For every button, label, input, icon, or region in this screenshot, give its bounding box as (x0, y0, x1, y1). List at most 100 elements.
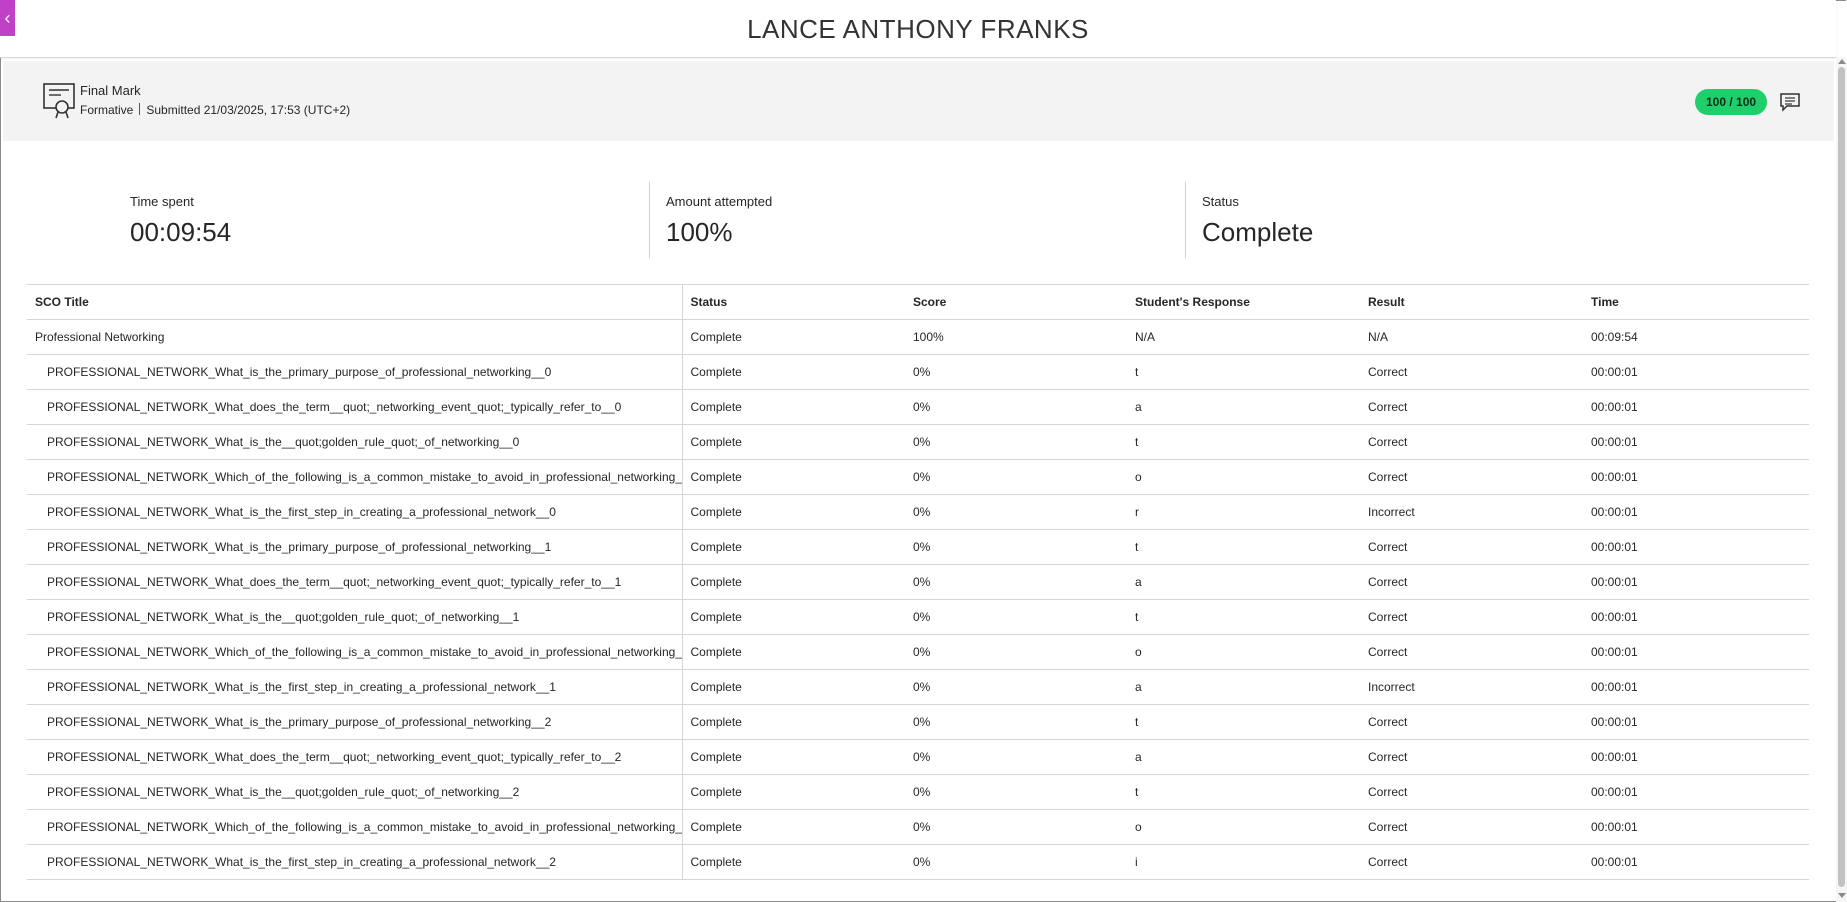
time-spent-stat: Time spent 00:09:54 (130, 182, 231, 260)
table-row: PROFESSIONAL_NETWORK_What_is_the_first_s… (27, 494, 1809, 530)
table-row: PROFESSIONAL_NETWORK_What_is_the__quot;g… (27, 599, 1809, 635)
sco-title-cell: PROFESSIONAL_NETWORK_What_is_the_primary… (27, 354, 683, 390)
score-cell: 0% (905, 704, 1127, 740)
time-cell: 00:00:01 (1583, 809, 1809, 845)
score-cell: 0% (905, 844, 1127, 880)
table-row: PROFESSIONAL_NETWORK_What_does_the_term_… (27, 389, 1809, 425)
score-cell: 0% (905, 459, 1127, 495)
column-header-score: Score (905, 284, 1127, 320)
sco-title-cell: PROFESSIONAL_NETWORK_What_is_the__quot;g… (27, 599, 683, 635)
sco-title-cell: PROFESSIONAL_NETWORK_What_does_the_term_… (27, 389, 683, 425)
table-row: PROFESSIONAL_NETWORK_What_is_the_first_s… (27, 669, 1809, 705)
response-cell: t (1127, 529, 1360, 565)
sco-title-cell: PROFESSIONAL_NETWORK_Which_of_the_follow… (27, 809, 683, 845)
time-cell: 00:09:54 (1583, 319, 1809, 355)
table-row: PROFESSIONAL_NETWORK_Which_of_the_follow… (27, 809, 1809, 845)
status-cell: Complete (682, 704, 905, 740)
sco-title-cell: PROFESSIONAL_NETWORK_What_is_the__quot;g… (27, 424, 683, 460)
status-cell: Complete (682, 634, 905, 670)
score-cell: 0% (905, 634, 1127, 670)
document-certificate-icon (43, 83, 75, 119)
feedback-comment-icon[interactable] (1779, 92, 1801, 112)
score-cell: 0% (905, 809, 1127, 845)
header-bar: LANCE ANTHONY FRANKS (0, 0, 1836, 58)
score-cell: 0% (905, 739, 1127, 775)
amount-attempted-stat: Amount attempted 100% (666, 182, 772, 260)
time-cell: 00:00:01 (1583, 774, 1809, 810)
vertical-scrollbar[interactable] (1836, 57, 1847, 902)
response-cell: t (1127, 354, 1360, 390)
status-cell: Complete (682, 564, 905, 600)
response-cell: o (1127, 809, 1360, 845)
column-header-result: Result (1360, 284, 1583, 320)
table-row: PROFESSIONAL_NETWORK_Which_of_the_follow… (27, 459, 1809, 495)
score-cell: 0% (905, 529, 1127, 565)
result-cell: Correct (1360, 529, 1583, 565)
response-cell: a (1127, 389, 1360, 425)
table-row: PROFESSIONAL_NETWORK_What_is_the_primary… (27, 354, 1809, 390)
stat-divider (649, 182, 650, 258)
response-cell: t (1127, 774, 1360, 810)
score-cell: 0% (905, 599, 1127, 635)
score-cell: 100% (905, 319, 1127, 355)
attempt-stats: Time spent 00:09:54 Amount attempted 100… (27, 182, 1809, 260)
status-cell: Complete (682, 459, 905, 495)
table-row: PROFESSIONAL_NETWORK_What_is_the_primary… (27, 704, 1809, 740)
status-cell: Complete (682, 354, 905, 390)
result-cell: Correct (1360, 564, 1583, 600)
scroll-up-arrow-icon[interactable] (1838, 59, 1846, 64)
result-cell: Correct (1360, 599, 1583, 635)
time-cell: 00:00:01 (1583, 669, 1809, 705)
sco-title-cell: PROFESSIONAL_NETWORK_What_is_the_first_s… (27, 844, 683, 880)
status-cell: Complete (682, 599, 905, 635)
final-mark-label: Final Mark (80, 83, 141, 98)
response-cell: i (1127, 844, 1360, 880)
time-cell: 00:00:01 (1583, 634, 1809, 670)
column-header-sco-title: SCO Title (27, 284, 683, 320)
sco-title-cell: PROFESSIONAL_NETWORK_What_does_the_term_… (27, 739, 683, 775)
response-cell: a (1127, 564, 1360, 600)
grade-summary: Final Mark Formative Submitted 21/03/2025… (3, 61, 1834, 141)
result-cell: Correct (1360, 634, 1583, 670)
status-cell: Complete (682, 669, 905, 705)
time-cell: 00:00:01 (1583, 739, 1809, 775)
table-row: PROFESSIONAL_NETWORK_What_does_the_term_… (27, 739, 1809, 775)
column-header-time: Time (1583, 284, 1809, 320)
sco-title-cell: Professional Networking (27, 319, 683, 355)
assessment-type: Formative (80, 103, 134, 117)
column-header-response: Student's Response (1127, 284, 1360, 320)
score-cell: 0% (905, 774, 1127, 810)
sco-results-table: SCO Title Status Score Student's Respons… (27, 284, 1809, 880)
score-cell: 0% (905, 669, 1127, 705)
result-cell: Correct (1360, 809, 1583, 845)
score-cell: 0% (905, 424, 1127, 460)
table-row: PROFESSIONAL_NETWORK_What_is_the_first_s… (27, 844, 1809, 880)
sco-title-cell: PROFESSIONAL_NETWORK_What_is_the__quot;g… (27, 774, 683, 810)
status-label: Status (1202, 194, 1239, 209)
table-row: Professional Networking Complete 100% N/A N/… (27, 319, 1809, 355)
result-cell: Correct (1360, 704, 1583, 740)
result-cell: Correct (1360, 739, 1583, 775)
score-cell: 0% (905, 389, 1127, 425)
result-cell: Correct (1360, 389, 1583, 425)
sco-title-cell: PROFESSIONAL_NETWORK_Which_of_the_follow… (27, 459, 683, 495)
time-cell: 00:00:01 (1583, 599, 1809, 635)
time-cell: 00:00:01 (1583, 494, 1809, 530)
status-cell: Complete (682, 774, 905, 810)
table-row: PROFESSIONAL_NETWORK_What_is_the__quot;g… (27, 424, 1809, 460)
sco-title-cell: PROFESSIONAL_NETWORK_What_does_the_term_… (27, 564, 683, 600)
response-cell: r (1127, 494, 1360, 530)
sco-title-cell: PROFESSIONAL_NETWORK_What_is_the_primary… (27, 529, 683, 565)
back-button[interactable]: ‹ (0, 0, 15, 36)
table-row: PROFESSIONAL_NETWORK_Which_of_the_follow… (27, 634, 1809, 670)
column-header-status: Status (682, 284, 905, 320)
result-cell: Correct (1360, 844, 1583, 880)
scroll-thumb[interactable] (1838, 67, 1845, 887)
scroll-down-arrow-icon[interactable] (1838, 893, 1846, 898)
response-cell: a (1127, 739, 1360, 775)
status-cell: Complete (682, 319, 905, 355)
status-cell: Complete (682, 494, 905, 530)
table-header-row: SCO Title Status Score Student's Respons… (27, 284, 1809, 320)
time-cell: 00:00:01 (1583, 564, 1809, 600)
score-badge[interactable]: 100 / 100 (1695, 89, 1768, 115)
